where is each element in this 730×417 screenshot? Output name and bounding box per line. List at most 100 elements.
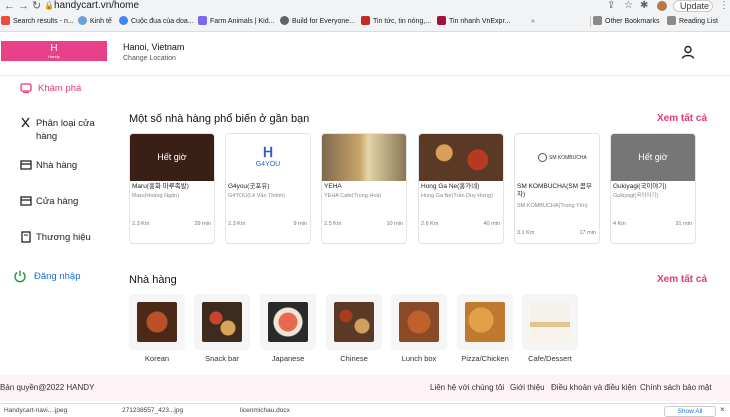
bookmark-favicon-icon bbox=[1, 16, 10, 25]
restaurant-card[interactable]: Hong Ga Ne(홍가네) Hong Ga Ne(Trần Duy Hưng… bbox=[418, 133, 504, 244]
popular-section-title: Một số nhà hàng phổ biến ở gần bạn bbox=[129, 113, 310, 125]
restaurant-image: SM KOMBUCHA bbox=[515, 134, 599, 181]
app-header bbox=[0, 32, 730, 76]
extensions-icon[interactable]: ✱ bbox=[640, 0, 648, 12]
bookmark-star-icon[interactable]: ☆ bbox=[624, 0, 633, 12]
restaurant-name: Maru(홍화 마루족발) bbox=[132, 183, 189, 190]
copyright-text: Bản quyền@2022 HANDY bbox=[0, 383, 95, 392]
restaurant-distance: 2.3 Km bbox=[228, 221, 246, 227]
category-image bbox=[465, 302, 505, 342]
bookmark-favicon-icon bbox=[119, 16, 128, 25]
restaurant-card[interactable]: YEHA YEHA Cafe(Trung Hoà) 2.5 Km 10 min bbox=[321, 133, 407, 244]
bookmark-item[interactable]: Tin tức, tin nóng,... bbox=[361, 15, 431, 29]
restaurant-name: SM KOMBUCHA(SM 콤부차) bbox=[517, 183, 592, 198]
bookmark-item[interactable]: Search results - n... bbox=[1, 15, 74, 29]
download-item[interactable]: 271238557_423...jpg bbox=[122, 407, 183, 414]
categories-section-title: Nhà hàng bbox=[129, 274, 177, 286]
sidebar-item-label: Thương hiệu bbox=[36, 232, 91, 243]
restaurant-distance: 2.5 Km bbox=[324, 221, 342, 227]
sidebar-item-label: Khám phá bbox=[38, 83, 82, 94]
restaurant-logo-text: G4YOU bbox=[255, 161, 281, 168]
location-city: Hanoi, Vietnam bbox=[123, 42, 185, 52]
sidebar-item-label: Đăng nhập bbox=[34, 271, 81, 282]
category-image bbox=[202, 302, 242, 342]
restaurant-distance: 2.6 Km bbox=[421, 221, 439, 227]
restaurant-distance: 2.3 Km bbox=[132, 221, 150, 227]
update-button[interactable]: Update bbox=[673, 0, 713, 12]
bookmark-item[interactable]: Tin nhanh VnExpr... bbox=[437, 15, 510, 29]
user-icon[interactable] bbox=[680, 44, 696, 60]
restaurant-card[interactable]: Hết giờ Gukiyagi(국이야기) Gukiyagi(국이야기) 4 … bbox=[610, 133, 696, 244]
forward-icon[interactable]: → bbox=[18, 0, 29, 12]
restaurant-name: Gukiyagi(국이야기) bbox=[613, 183, 667, 190]
menu-icon[interactable]: ⋮ bbox=[719, 0, 729, 12]
bookmark-favicon-icon bbox=[198, 16, 207, 25]
bookmark-favicon-icon bbox=[361, 16, 370, 25]
lock-icon: 🔒 bbox=[44, 1, 54, 10]
show-all-downloads-button[interactable]: Show All bbox=[664, 406, 716, 417]
restaurant-card[interactable]: SM KOMBUCHA SM KOMBUCHA(SM 콤부차) SM KOMBU… bbox=[514, 133, 600, 244]
bookmark-favicon-icon bbox=[78, 16, 87, 25]
change-location-link[interactable]: Change Location bbox=[123, 55, 176, 62]
restaurant-branch: Maru(Hoàng Ngân) bbox=[132, 193, 180, 199]
category-image bbox=[530, 302, 570, 342]
more-bookmarks-icon[interactable]: » bbox=[531, 15, 535, 29]
restaurant-card[interactable]: ᕼ G4YOU G4you(굿포유) G4YOU(Lê Văn Thiêm) 2.… bbox=[225, 133, 311, 244]
power-icon bbox=[14, 270, 26, 283]
bookmarks-divider bbox=[590, 16, 591, 27]
category-image bbox=[399, 302, 439, 342]
bookmark-item[interactable]: Farm Animals | Kid... bbox=[198, 15, 274, 29]
bookmark-item[interactable]: Build for Everyone... bbox=[280, 15, 355, 29]
reading-list[interactable]: Reading List bbox=[667, 15, 718, 29]
bookmark-item[interactable]: Cuộc đua của doa... bbox=[119, 15, 194, 29]
restaurant-name: Hong Ga Ne(홍가네) bbox=[421, 183, 480, 190]
restaurant-name: G4you(굿포유) bbox=[228, 183, 270, 190]
bookmark-item[interactable]: Kinh tế bbox=[78, 15, 112, 29]
brand-icon bbox=[21, 231, 31, 243]
category-image bbox=[268, 302, 308, 342]
restaurant-image bbox=[419, 134, 503, 181]
browser-toolbar: ← → ↻ 🔒 handycart.vn/home ⇪ ☆ ✱ Update ⋮ bbox=[0, 0, 730, 13]
footer-link-about[interactable]: Giới thiệu bbox=[510, 383, 545, 392]
reading-list-icon bbox=[667, 16, 676, 25]
footer-link-terms[interactable]: Điều khoản và điều kiện bbox=[551, 383, 636, 392]
browser-chrome: ← → ↻ 🔒 handycart.vn/home ⇪ ☆ ✱ Update ⋮… bbox=[0, 0, 730, 32]
category-label: Lunch box bbox=[401, 354, 437, 363]
category-label: Snack bar bbox=[205, 354, 239, 363]
category-label: Cafe/Dessert bbox=[528, 354, 572, 363]
sidebar-item-label: Cửa hàng bbox=[36, 196, 79, 207]
categories-see-all-link[interactable]: Xem tất cả bbox=[657, 274, 707, 285]
close-icon[interactable]: × bbox=[720, 405, 725, 414]
bookmarks-bar: Search results - n... Kinh tế Cuộc đua c… bbox=[0, 14, 730, 30]
g4you-logo-icon: ᕼ bbox=[262, 144, 274, 160]
kombucha-logo-icon bbox=[538, 153, 547, 162]
restaurant-distance: 3.1 Km bbox=[517, 230, 535, 236]
restaurant-branch: YEHA Cafe(Trung Hoà) bbox=[324, 193, 382, 199]
downloads-bar: Handycart-navi....jpeg 271238557_423...j… bbox=[0, 403, 730, 417]
sidebar-item-label: Nhà hàng bbox=[36, 160, 78, 171]
footer-link-contact[interactable]: Liên hệ với chúng tôi bbox=[430, 383, 504, 392]
closed-overlay: Hết giờ bbox=[611, 134, 695, 181]
restaurant-card[interactable]: Hết giờ Maru(홍화 마루족발) Maru(Hoàng Ngân) 2… bbox=[129, 133, 215, 244]
site-footer: Bản quyền@2022 HANDY Liên hệ với chúng t… bbox=[0, 375, 730, 401]
download-item[interactable]: licenmichau.docx bbox=[240, 407, 290, 414]
sidebar-item-label: Phân loại cửa hàng bbox=[36, 118, 95, 142]
share-icon[interactable]: ⇪ bbox=[607, 0, 615, 12]
restaurant-eta: 10 min bbox=[386, 221, 403, 227]
profile-avatar[interactable] bbox=[657, 1, 667, 11]
folder-icon bbox=[593, 16, 602, 25]
footer-link-privacy[interactable]: Chính sách bảo mật bbox=[640, 383, 712, 392]
reload-icon[interactable]: ↻ bbox=[32, 0, 41, 12]
address-bar[interactable]: handycart.vn/home bbox=[54, 0, 139, 12]
category-image bbox=[334, 302, 374, 342]
download-item[interactable]: Handycart-navi....jpeg bbox=[4, 407, 67, 414]
popular-see-all-link[interactable]: Xem tất cả bbox=[657, 113, 707, 124]
restaurant-eta: 29 min bbox=[194, 221, 211, 227]
shop-icon bbox=[20, 196, 32, 206]
restaurant-branch: SM KOMBUCHA(Trung Yên) bbox=[517, 203, 588, 209]
handy-logo[interactable]: H Handy bbox=[1, 41, 107, 61]
bookmark-favicon-icon bbox=[437, 16, 446, 25]
back-icon[interactable]: ← bbox=[4, 0, 15, 12]
category-label: Japanese bbox=[271, 354, 305, 363]
other-bookmarks[interactable]: Other Bookmarks bbox=[593, 15, 659, 29]
